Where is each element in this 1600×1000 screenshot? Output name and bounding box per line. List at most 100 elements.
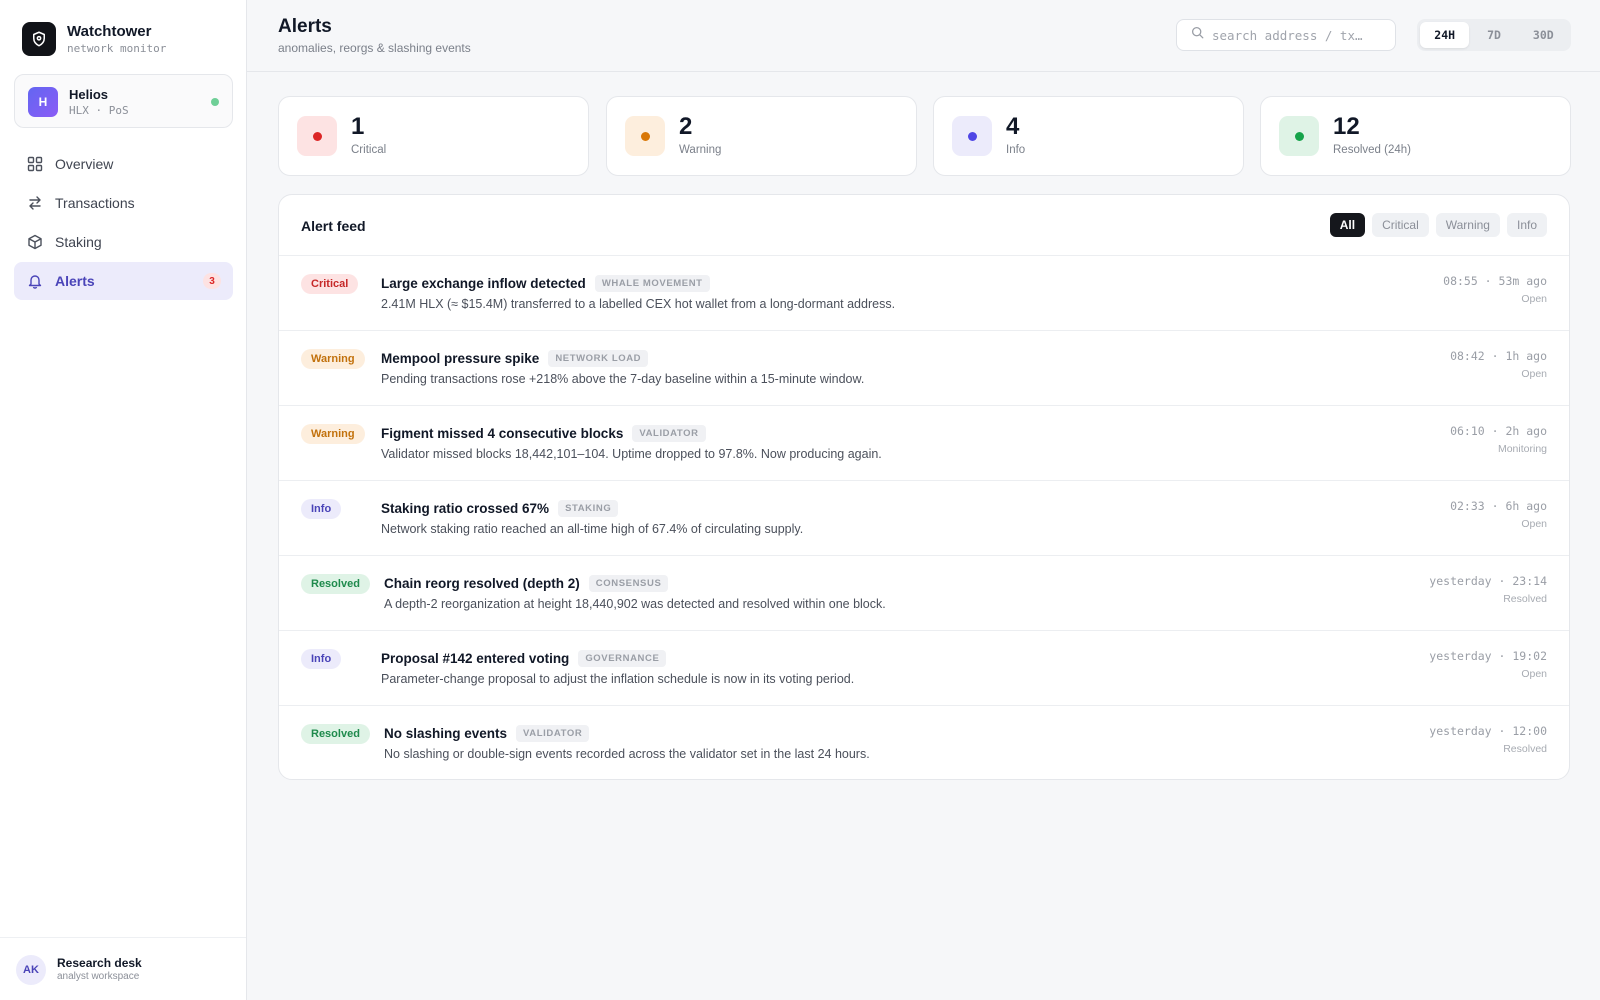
alert-content: Large exchange inflow detected WHALE MOV…	[381, 272, 895, 311]
alert-content: Mempool pressure spike NETWORK LOAD Pend…	[381, 347, 864, 386]
brand-subtitle: network monitor	[67, 41, 167, 55]
alert-row[interactable]: Resolved Chain reorg resolved (depth 2) …	[279, 556, 1569, 631]
range-24h-button[interactable]: 24H	[1420, 22, 1470, 48]
severity-badge: Info	[301, 499, 342, 519]
sidebar-item-alerts[interactable]: Alerts 3	[14, 262, 233, 300]
warning-dot-icon	[625, 116, 665, 156]
sidebar-item-staking[interactable]: Staking	[14, 223, 233, 261]
cube-icon	[26, 233, 44, 251]
alert-title: Large exchange inflow detected	[381, 275, 586, 291]
alert-feed-title: Alert feed	[301, 218, 366, 234]
alert-tag: WHALE MOVEMENT	[594, 274, 710, 292]
network-selector[interactable]: H Helios HLX · PoS	[14, 74, 233, 128]
alert-row[interactable]: Critical Large exchange inflow detected …	[279, 256, 1569, 331]
stat-label: Info	[1006, 144, 1026, 156]
network-name: Helios	[69, 87, 109, 102]
severity-filter: All Critical Warning Info	[1323, 213, 1547, 237]
stat-label: Warning	[679, 144, 722, 156]
alert-content: Proposal #142 entered voting GOVERNANCE …	[381, 647, 854, 686]
workspace-switcher[interactable]: AK Research desk analyst workspace	[0, 937, 246, 1000]
stat-card-critical[interactable]: 1 Critical	[278, 96, 589, 176]
alert-description: No slashing or double-sign events record…	[384, 747, 870, 761]
time-range-toggle: 24H 7D 30D	[1417, 19, 1571, 51]
alert-title: Proposal #142 entered voting	[381, 650, 570, 666]
alert-content: Staking ratio crossed 67% STAKING Networ…	[381, 497, 803, 536]
arrows-swap-icon	[26, 194, 44, 212]
alert-content: Figment missed 4 consecutive blocks VALI…	[381, 422, 882, 461]
stat-card-resolved[interactable]: 12 Resolved (24h)	[1260, 96, 1571, 176]
filter-critical-button[interactable]: Critical	[1372, 213, 1429, 237]
workspace-sub: analyst workspace	[57, 971, 140, 982]
alert-tag: GOVERNANCE	[578, 649, 667, 667]
resolved-dot-icon	[1279, 116, 1319, 156]
severity-badge: Warning	[301, 424, 365, 444]
sidebar: Watchtower network monitor H Helios HLX …	[0, 0, 247, 1000]
range-30d-button[interactable]: 30D	[1519, 22, 1568, 48]
alert-row[interactable]: Warning Figment missed 4 consecutive blo…	[279, 406, 1569, 481]
severity-badge: Info	[301, 649, 342, 669]
alert-status: Resolved	[1503, 743, 1547, 755]
avatar: AK	[16, 955, 46, 985]
alert-status: Open	[1521, 293, 1547, 305]
alert-row[interactable]: Warning Mempool pressure spike NETWORK L…	[279, 331, 1569, 406]
filter-info-button[interactable]: Info	[1506, 213, 1547, 237]
alert-time: yesterday · 19:02	[1429, 649, 1547, 663]
page-subtitle: anomalies, reorgs & slashing events	[278, 41, 471, 55]
page-header: Alerts anomalies, reorgs & slashing even…	[247, 0, 1600, 72]
alert-title: Figment missed 4 consecutive blocks	[381, 425, 624, 441]
alert-row[interactable]: Resolved No slashing events VALIDATOR No…	[279, 706, 1569, 779]
sidebar-item-label: Transactions	[55, 195, 135, 211]
alert-status: Open	[1521, 518, 1547, 530]
stat-card-info[interactable]: 4 Info	[933, 96, 1244, 176]
stat-value: 2	[679, 113, 693, 140]
severity-badge: Resolved	[301, 574, 370, 594]
alert-title: No slashing events	[384, 725, 508, 741]
alert-description: 2.41M HLX (≈ $15.4M) transferred to a la…	[381, 297, 896, 311]
sidebar-item-label: Alerts	[55, 273, 95, 289]
network-avatar: H	[28, 87, 58, 117]
alert-description: Parameter-change proposal to adjust the …	[381, 672, 855, 686]
sidebar-item-transactions[interactable]: Transactions	[14, 184, 233, 222]
network-status-dot	[211, 98, 219, 106]
critical-dot-icon	[297, 116, 337, 156]
stat-value: 12	[1333, 113, 1360, 140]
alert-description: Validator missed blocks 18,442,101–104. …	[381, 447, 882, 461]
alert-feed: Alert feed All Critical Warning Info Cri…	[278, 194, 1570, 780]
alert-tag: VALIDATOR	[632, 424, 706, 442]
alert-description: A depth-2 reorganization at height 18,44…	[384, 597, 886, 611]
brand[interactable]: Watchtower network monitor	[22, 22, 166, 56]
filter-warning-button[interactable]: Warning	[1435, 213, 1500, 237]
alert-status: Open	[1521, 368, 1547, 380]
range-7d-button[interactable]: 7D	[1469, 22, 1518, 48]
search-input[interactable]: search address / tx…	[1176, 19, 1396, 51]
stat-label: Critical	[351, 144, 387, 156]
alert-title: Staking ratio crossed 67%	[381, 500, 550, 516]
alert-row[interactable]: Info Proposal #142 entered voting GOVERN…	[279, 631, 1569, 706]
alert-tag: STAKING	[558, 499, 619, 517]
sidebar-item-label: Staking	[55, 234, 102, 250]
search-icon	[1191, 26, 1204, 44]
sidebar-nav: Overview Transactions Staking Alerts 3	[14, 145, 233, 301]
alert-time: 08:42 · 1h ago	[1450, 349, 1547, 363]
alert-tag: CONSENSUS	[588, 574, 669, 592]
alert-time: yesterday · 12:00	[1429, 724, 1547, 738]
alert-feed-header: Alert feed All Critical Warning Info	[279, 195, 1569, 256]
sidebar-item-overview[interactable]: Overview	[14, 145, 233, 183]
alert-tag: VALIDATOR	[516, 724, 590, 742]
stat-card-warning[interactable]: 2 Warning	[606, 96, 917, 176]
alert-content: No slashing events VALIDATOR No slashing…	[384, 722, 870, 761]
filter-all-button[interactable]: All	[1329, 213, 1366, 237]
shield-logo-icon	[22, 22, 56, 56]
alert-time: yesterday · 23:14	[1429, 574, 1547, 588]
alert-title: Chain reorg resolved (depth 2)	[384, 575, 580, 591]
search-placeholder: search address / tx…	[1212, 27, 1363, 43]
stat-label: Resolved (24h)	[1333, 144, 1411, 156]
network-sub: HLX · PoS	[69, 104, 129, 117]
alert-tag: NETWORK LOAD	[548, 349, 649, 367]
alert-row[interactable]: Info Staking ratio crossed 67% STAKING N…	[279, 481, 1569, 556]
alert-description: Network staking ratio reached an all-tim…	[381, 522, 804, 536]
page-title: Alerts	[278, 16, 332, 37]
stat-value: 4	[1006, 113, 1020, 140]
alert-time: 06:10 · 2h ago	[1450, 424, 1547, 438]
grid-icon	[26, 155, 44, 173]
